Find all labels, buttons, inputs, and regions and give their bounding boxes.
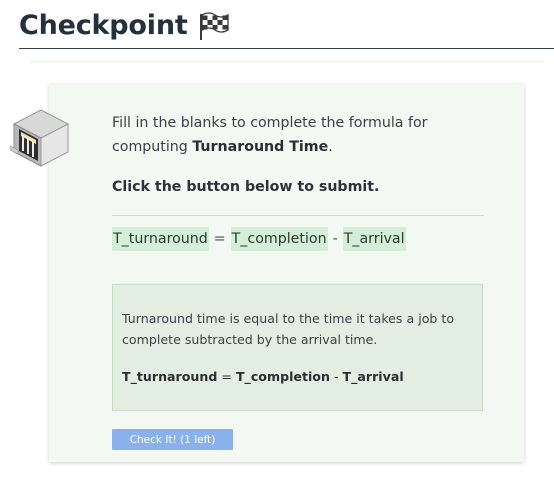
answer-feedback-box: Turnaround time is equal to the time it … xyxy=(112,284,483,411)
submit-instruction: Click the button below to submit. xyxy=(112,179,380,195)
prompt-term: Turnaround Time xyxy=(192,139,329,155)
checkered-flag-icon xyxy=(198,11,230,41)
page-title-text: Checkpoint xyxy=(19,10,188,41)
answer-formula: T_turnaround = T_completion - T_arrival xyxy=(122,367,404,387)
prompt-divider xyxy=(112,215,484,216)
formula-blank-completion[interactable]: T_completion xyxy=(230,227,328,251)
prompt-end: . xyxy=(328,139,333,155)
question-prompt: Fill in the blanks to complete the formu… xyxy=(112,111,482,159)
title-divider xyxy=(19,48,554,49)
check-it-button[interactable]: Check It! (1 left) xyxy=(112,429,233,450)
formula-blank-arrival[interactable]: T_arrival xyxy=(342,227,406,251)
answer-minus: - xyxy=(333,369,339,384)
answer-explanation: Turnaround time is equal to the time it … xyxy=(122,311,455,347)
server-rack-icon xyxy=(9,106,72,168)
formula-row: T_turnaround = T_completion - T_arrival xyxy=(112,227,406,251)
answer-term-arrival: T_arrival xyxy=(342,369,404,384)
formula-minus: - xyxy=(332,231,338,247)
section-divider xyxy=(30,61,544,62)
formula-blank-turnaround[interactable]: T_turnaround xyxy=(112,227,209,251)
formula-equals: = xyxy=(213,231,226,247)
answer-term-completion: T_completion xyxy=(235,369,330,384)
answer-term-turnaround: T_turnaround xyxy=(122,369,218,384)
page-title: Checkpoint xyxy=(19,8,230,44)
answer-equals: = xyxy=(221,369,232,384)
